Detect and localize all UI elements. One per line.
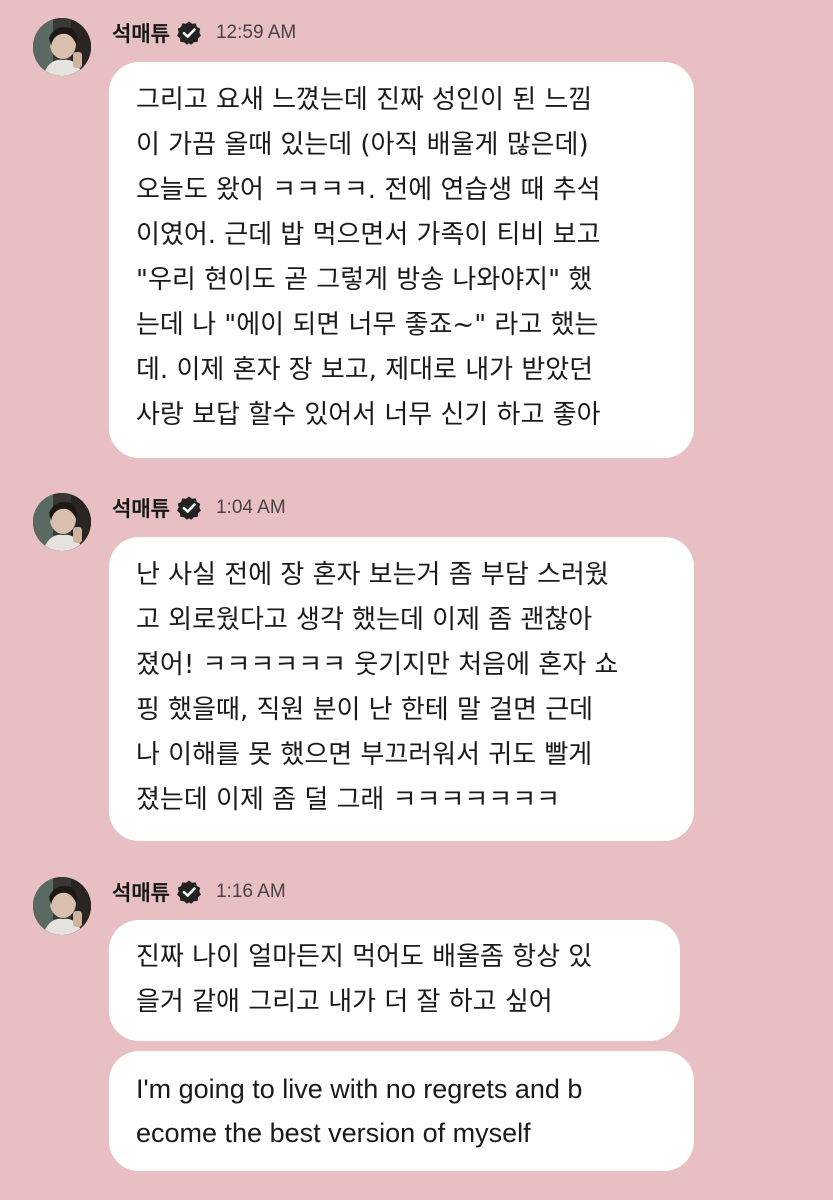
- message-line: ecome the best version of myself: [136, 1118, 531, 1148]
- verified-badge-icon: [176, 495, 202, 521]
- message-line: 진짜 나이 얼마든지 먹어도 배울좀 항상 있: [136, 942, 593, 972]
- message-line: "우리 현이도 곧 그렇게 방송 나와야지" 했: [136, 265, 593, 295]
- message-line: 사랑 보답 할수 있어서 너무 신기 하고 좋아: [136, 400, 601, 430]
- message-line: 는데 나 "에이 되면 너무 좋죠~" 라고 했는: [136, 310, 599, 340]
- timestamp: 12:59 AM: [215, 22, 297, 43]
- message-line: 그리고 요새 느꼈는데 진짜 성인이 된 느낌: [136, 85, 593, 115]
- timestamp: 1:04 AM: [215, 497, 286, 518]
- message-line: 졌는데 이제 좀 덜 그래 ㅋㅋㅋㅋㅋㅋㅋ: [136, 785, 561, 815]
- message-line: I'm going to live with no regrets and b: [136, 1074, 583, 1104]
- message-line: 난 사실 전에 장 혼자 보는거 좀 부담 스러웠: [136, 560, 609, 590]
- message-bubble[interactable]: 그리고 요새 느꼈는데 진짜 성인이 된 느낌 이 가끔 올때 있는데 (아직 …: [109, 62, 694, 458]
- sender-name: 석매튜: [112, 497, 170, 521]
- message-line: 데. 이제 혼자 장 보고, 제대로 내가 받았던: [136, 355, 594, 385]
- message-line: 이 가끔 올때 있는데 (아직 배울게 많은데): [136, 130, 589, 160]
- sender-name: 석매튜: [112, 22, 170, 46]
- message-line: 나 이해를 못 했으면 부끄러워서 귀도 빨게: [136, 740, 593, 770]
- message-header: 석매튜 12:59 AM: [112, 18, 296, 48]
- message-bubble[interactable]: 난 사실 전에 장 혼자 보는거 좀 부담 스러웠 고 외로웠다고 생각 했는데…: [109, 537, 694, 841]
- message-bubble[interactable]: I'm going to live with no regrets and b …: [109, 1051, 694, 1171]
- avatar[interactable]: [33, 877, 91, 935]
- avatar[interactable]: [33, 18, 91, 76]
- message-line: 졌어! ㅋㅋㅋㅋㅋㅋ 웃기지만 처음에 혼자 쇼: [136, 650, 619, 680]
- avatar[interactable]: [33, 493, 91, 551]
- message-line: 을거 같애 그리고 내가 더 잘 하고 싶어: [136, 987, 553, 1017]
- message-bubble[interactable]: 진짜 나이 얼마든지 먹어도 배울좀 항상 있 을거 같애 그리고 내가 더 잘…: [109, 920, 680, 1041]
- message-line: 이였어. 근데 밥 먹으면서 가족이 티비 보고: [136, 220, 601, 250]
- message-line: 핑 했을때, 직원 분이 난 한테 말 걸면 근데: [136, 695, 594, 725]
- verified-badge-icon: [176, 879, 202, 905]
- message-line: 오늘도 왔어 ㅋㅋㅋㅋ. 전에 연습생 때 추석: [136, 175, 601, 205]
- message-header: 석매튜 1:16 AM: [112, 877, 286, 907]
- message-line: 고 외로웠다고 생각 했는데 이제 좀 괜찮아: [136, 605, 593, 635]
- message-header: 석매튜 1:04 AM: [112, 493, 286, 523]
- sender-name: 석매튜: [112, 881, 170, 905]
- timestamp: 1:16 AM: [215, 881, 286, 902]
- verified-badge-icon: [176, 20, 202, 46]
